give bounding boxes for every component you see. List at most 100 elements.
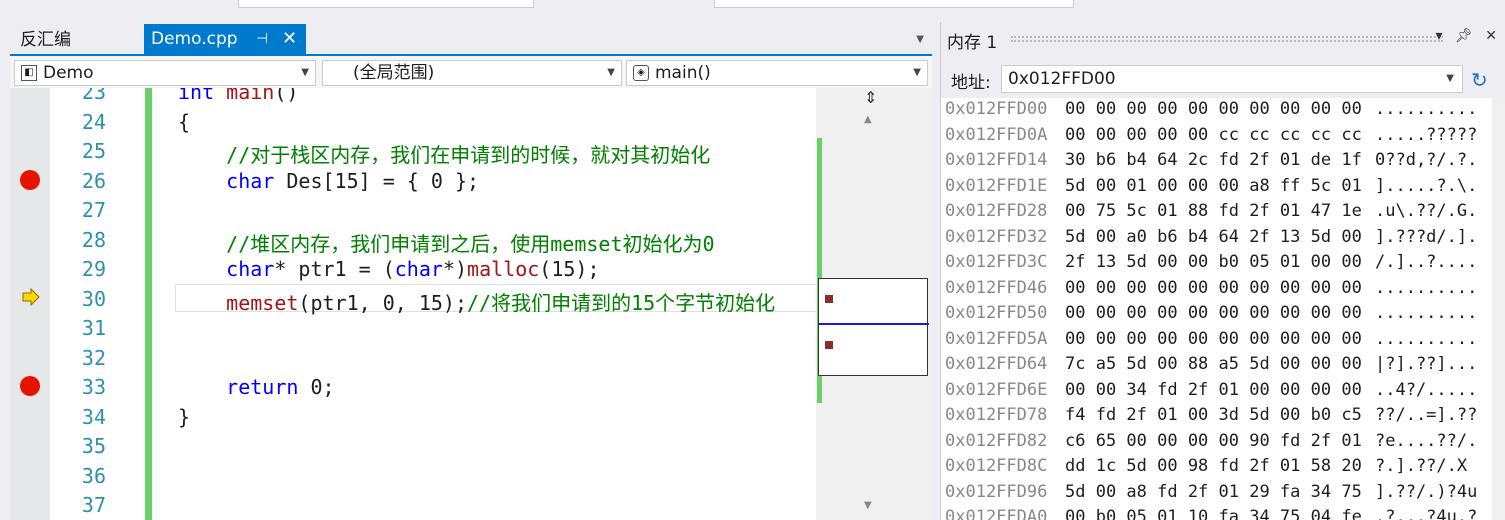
memory-address: 0x012FFD50 bbox=[945, 303, 1048, 323]
memory-row[interactable]: 0x012FFD0A 00 00 00 00 00 cc cc cc cc cc.… bbox=[945, 125, 1477, 150]
memory-bytes[interactable]: 30 b6 b4 64 2c fd 2f 01 de 1f bbox=[1065, 150, 1375, 170]
memory-ascii: .u\.??/.G. bbox=[1375, 201, 1478, 221]
code-line[interactable]: //对于栈区内存，我们在申请到的时候，就对其初始化 bbox=[178, 139, 710, 168]
memory-address: 0x012FFD78 bbox=[945, 405, 1048, 425]
memory-row[interactable]: 0x012FFD00 00 00 00 00 00 00 00 00 00 00.… bbox=[945, 99, 1477, 124]
chevron-down-icon: ▼ bbox=[913, 67, 921, 78]
function-label: main() bbox=[655, 63, 711, 83]
memory-bytes[interactable]: 2f 13 5d 00 00 b0 05 01 00 00 bbox=[1065, 252, 1375, 272]
memory-ascii: ..4?/..... bbox=[1375, 379, 1478, 400]
memory-row[interactable]: 0x012FFD78 f4 fd 2f 01 00 3d 5d 00 b0 c5?… bbox=[945, 405, 1477, 430]
memory-row[interactable]: 0x012FFD50 00 00 00 00 00 00 00 00 00 00.… bbox=[945, 303, 1477, 328]
line-number: 29 bbox=[81, 257, 106, 281]
split-icon[interactable]: ⇕ bbox=[864, 88, 877, 107]
memory-row[interactable]: 0x012FFD96 5d 00 a8 fd 2f 01 29 fa 34 75]… bbox=[945, 482, 1477, 507]
memory-bytes[interactable]: 00 00 00 00 00 cc cc cc cc cc bbox=[1065, 125, 1375, 145]
memory-bytes[interactable]: 5d 00 a0 b6 b4 64 2f 13 5d 00 bbox=[1065, 227, 1375, 247]
memory-address: 0x012FFD64 bbox=[945, 354, 1048, 374]
memory-row[interactable]: 0x012FFD14 30 b6 b4 64 2c fd 2f 01 de 1f 0… bbox=[945, 150, 1477, 175]
title-drag-handle[interactable] bbox=[1011, 36, 1443, 42]
memory-bytes[interactable]: 00 75 5c 01 88 fd 2f 01 47 1e bbox=[1065, 201, 1375, 221]
memory-ascii: ?e....??/. bbox=[1375, 430, 1478, 451]
code-line[interactable]: return 0; bbox=[178, 375, 334, 399]
function-dropdown[interactable]: ◈ main() ▼ bbox=[626, 60, 928, 86]
memory-bytes[interactable]: 7c a5 5d 00 88 a5 5d 00 00 00 bbox=[1065, 354, 1375, 374]
pin-icon[interactable]: 📌︎ bbox=[1455, 28, 1473, 44]
memory-ascii: .......... bbox=[1375, 328, 1478, 349]
memory-bytes[interactable]: 00 b0 05 01 10 fa 34 75 04 fe bbox=[1065, 507, 1375, 520]
window-controls: ▾ 📌︎ ✕ bbox=[1436, 28, 1497, 44]
code-line[interactable]: char Des[15] = { 0 }; bbox=[178, 169, 479, 193]
tab-disassembly[interactable]: 反汇编 bbox=[10, 28, 81, 52]
memory-ascii: .......... bbox=[1375, 303, 1478, 323]
toolbar-combo-left[interactable] bbox=[238, 0, 534, 8]
memory-address: 0x012FFD8C bbox=[945, 456, 1048, 476]
memory-row[interactable]: 0x012FFD1E 5d 00 01 00 00 00 a8 ff 5c 01]… bbox=[945, 176, 1477, 201]
document-tab-bar: 反汇编 Demo.cpp ⊣ ✕ ▼ bbox=[10, 22, 932, 54]
memory-bytes[interactable]: 5d 00 01 00 00 00 a8 ff 5c 01 bbox=[1065, 176, 1375, 196]
scope-label: (全局范围) bbox=[353, 63, 435, 83]
pin-icon[interactable]: ⊣ bbox=[256, 24, 268, 54]
code-line[interactable]: { bbox=[178, 110, 190, 134]
memory-row[interactable]: 0x012FFD6E 00 00 34 fd 2f 01 00 00 00 00.… bbox=[945, 380, 1477, 405]
memory-bytes[interactable]: 5d 00 a8 fd 2f 01 29 fa 34 75 bbox=[1065, 482, 1375, 502]
memory-ascii: .......... bbox=[1375, 99, 1478, 119]
close-icon[interactable]: ✕ bbox=[1485, 28, 1497, 44]
memory-ascii: ?.].??/.X bbox=[1375, 456, 1478, 476]
project-dropdown[interactable]: ◧ Demo ▼ bbox=[14, 60, 316, 86]
tab-list-dropdown-icon[interactable]: ▼ bbox=[916, 34, 924, 45]
memory-row[interactable]: 0x012FFD3C 2f 13 5d 00 00 b0 05 01 00 00/… bbox=[945, 252, 1477, 277]
memory-grid[interactable]: 0x012FFD00 00 00 00 00 00 00 00 00 00 00.… bbox=[941, 98, 1505, 520]
memory-row[interactable]: 0x012FFD8C dd 1c 5d 00 98 fd 2f 01 58 20?… bbox=[945, 456, 1477, 481]
memory-ascii: ].???d/.]. bbox=[1375, 226, 1478, 247]
line-number: 25 bbox=[81, 139, 106, 163]
memory-bytes[interactable]: c6 65 00 00 00 00 90 fd 2f 01 bbox=[1065, 431, 1375, 451]
chevron-down-icon[interactable]: ▼ bbox=[1446, 66, 1454, 92]
close-icon[interactable]: ✕ bbox=[282, 24, 297, 54]
memory-row[interactable]: 0x012FFD82 c6 65 00 00 00 00 90 fd 2f 01?… bbox=[945, 431, 1477, 456]
memory-scrollbar[interactable] bbox=[1492, 98, 1505, 520]
scroll-up-icon[interactable]: ▲ bbox=[864, 114, 872, 125]
window-options-icon[interactable]: ▾ bbox=[1436, 28, 1443, 44]
scope-dropdown[interactable]: (全局范围) ▼ bbox=[322, 60, 622, 86]
line-number: 34 bbox=[81, 404, 106, 429]
memory-address: 0x012FFD6E bbox=[945, 379, 1048, 400]
memory-row[interactable]: 0x012FFD5A 00 00 00 00 00 00 00 00 00 00.… bbox=[945, 329, 1477, 354]
code-line[interactable]: //堆区内存，我们申请到之后，使用memset初始化为0 bbox=[178, 228, 714, 257]
toolbar-combo-right[interactable] bbox=[714, 0, 1074, 8]
code-line[interactable]: char* ptr1 = (char*)malloc(15); bbox=[178, 257, 599, 281]
memory-bytes[interactable]: 00 00 00 00 00 00 00 00 00 00 bbox=[1065, 278, 1375, 298]
tab-demo-cpp[interactable]: Demo.cpp ⊣ ✕ bbox=[144, 24, 306, 54]
line-number: 24 bbox=[81, 109, 106, 134]
memory-ascii: ].....?.\. bbox=[1375, 175, 1478, 196]
chevron-down-icon: ▼ bbox=[607, 67, 615, 78]
scroll-down-icon[interactable]: ▼ bbox=[864, 500, 872, 511]
scrollbar-map[interactable]: ⇕ ▲ ▼ bbox=[816, 88, 932, 520]
memory-address: 0x012FFD32 bbox=[945, 226, 1048, 247]
memory-bytes[interactable]: 00 00 34 fd 2f 01 00 00 00 00 bbox=[1065, 380, 1375, 400]
memory-row[interactable]: 0x012FFD46 00 00 00 00 00 00 00 00 00 00.… bbox=[945, 278, 1477, 303]
breakpoint-icon[interactable] bbox=[20, 170, 40, 190]
code-line[interactable]: memset(ptr1, 0, 15);//将我们申请到的15个字节初始化 bbox=[178, 287, 775, 316]
memory-bytes[interactable]: 00 00 00 00 00 00 00 00 00 00 bbox=[1065, 303, 1375, 323]
memory-bytes[interactable]: f4 fd 2f 01 00 3d 5d 00 b0 c5 bbox=[1065, 405, 1375, 425]
code-editor[interactable]: 23 int main() 24 {25 //对于栈区内存，我们在申请到的时候，就对其… bbox=[10, 88, 932, 520]
instruction-pointer-icon bbox=[22, 287, 40, 310]
memory-row[interactable]: 0x012FFD28 00 75 5c 01 88 fd 2f 01 47 1e.… bbox=[945, 201, 1477, 226]
memory-bytes[interactable]: dd 1c 5d 00 98 fd 2f 01 58 20 bbox=[1065, 456, 1375, 476]
memory-row[interactable]: 0x012FFD32 5d 00 a0 b6 b4 64 2f 13 5d 00]… bbox=[945, 227, 1477, 252]
refresh-icon[interactable]: ↻ bbox=[1471, 68, 1488, 92]
memory-address: 0x012FFD82 bbox=[945, 430, 1048, 451]
toolbar-strip bbox=[0, 0, 1505, 22]
line-number: 26 bbox=[81, 168, 106, 193]
address-input[interactable]: 0x012FFD00 ▼ bbox=[1001, 65, 1463, 93]
memory-bytes[interactable]: 00 00 00 00 00 00 00 00 00 00 bbox=[1065, 99, 1375, 119]
minimap-viewport[interactable] bbox=[818, 278, 929, 376]
breakpoint-icon[interactable] bbox=[20, 376, 40, 396]
code-line[interactable]: int main() bbox=[178, 88, 298, 104]
memory-row[interactable]: 0x012FFD64 7c a5 5d 00 88 a5 5d 00 00 00 |… bbox=[945, 354, 1477, 379]
memory-row[interactable]: 0x012FFDA0 00 b0 05 01 10 fa 34 75 04 fe.… bbox=[945, 507, 1477, 520]
code-line[interactable]: } bbox=[178, 405, 190, 429]
memory-bytes[interactable]: 00 00 00 00 00 00 00 00 00 00 bbox=[1065, 329, 1375, 349]
memory-ascii: .......... bbox=[1375, 277, 1478, 298]
